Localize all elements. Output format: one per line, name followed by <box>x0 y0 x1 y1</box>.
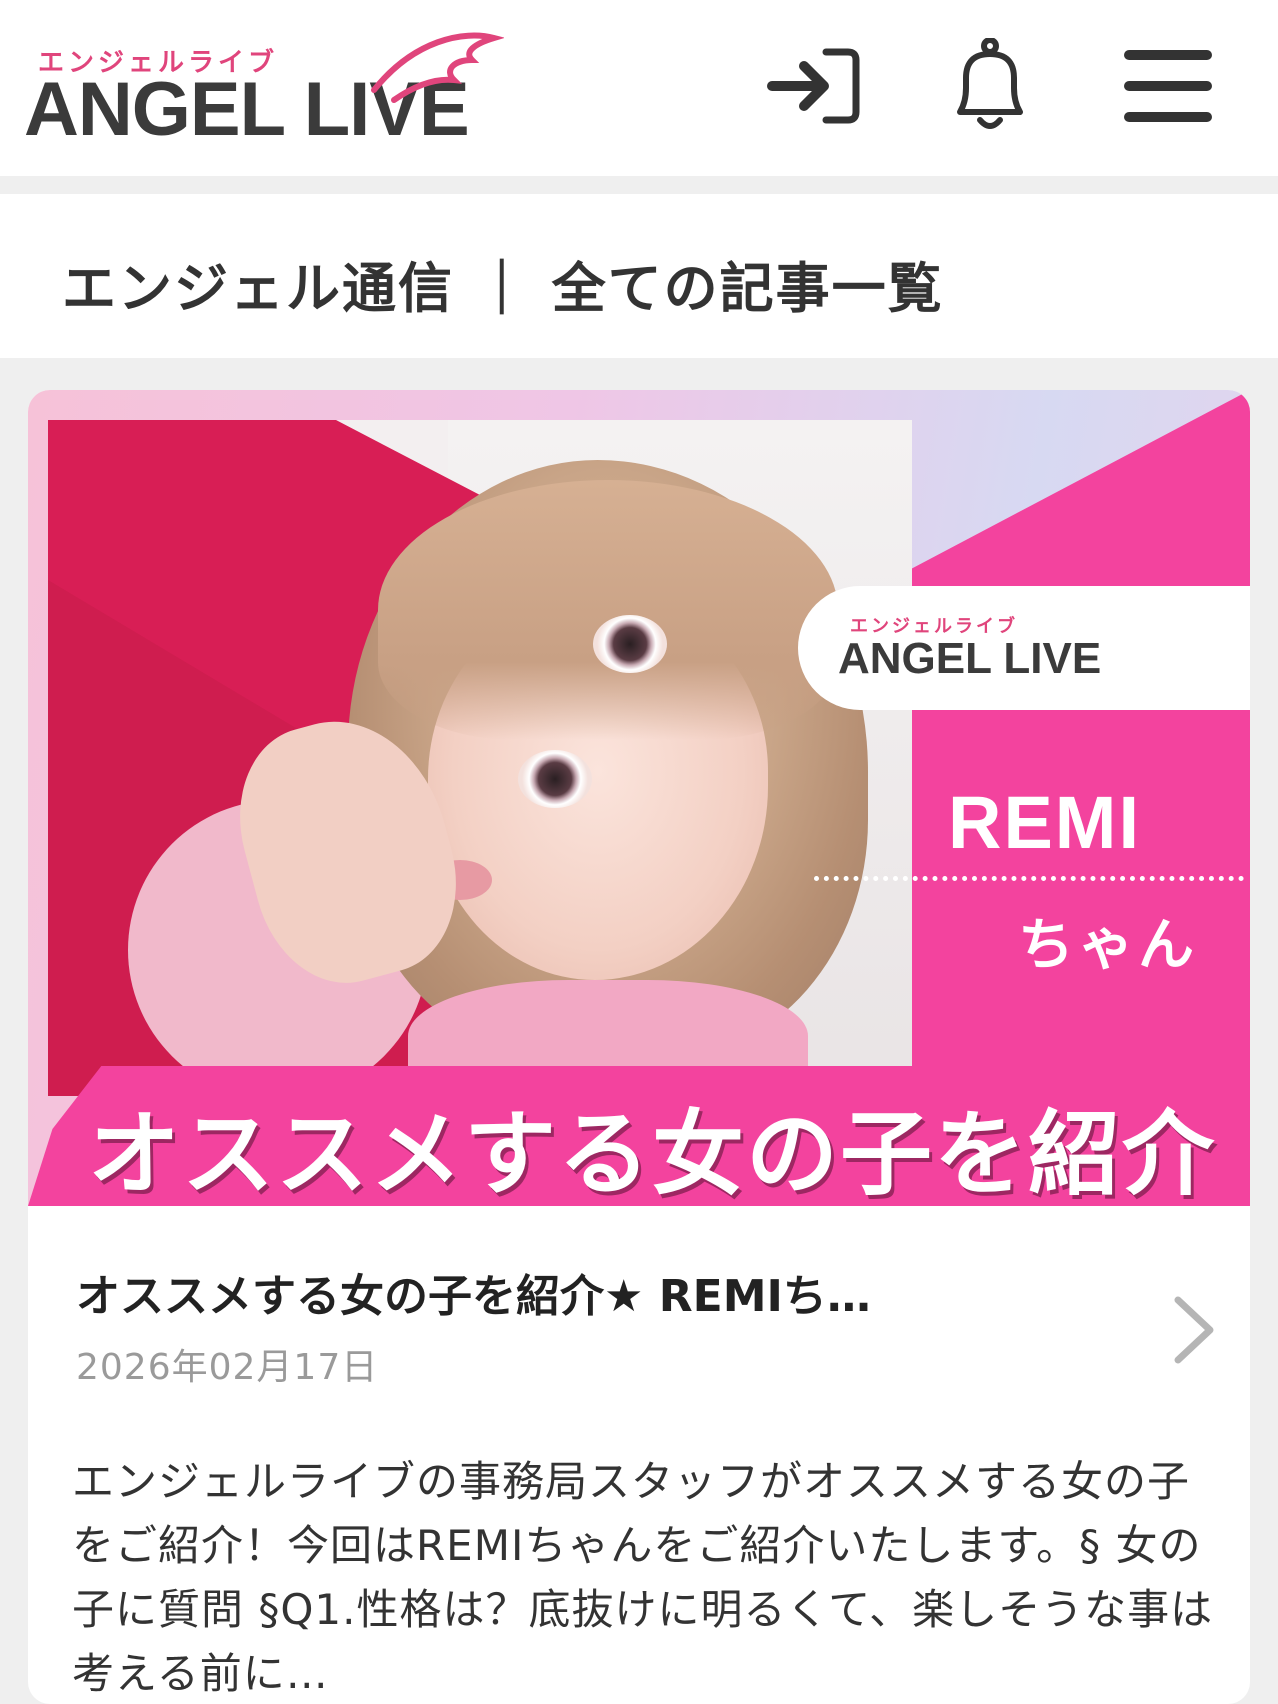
login-icon <box>767 48 860 124</box>
wing-icon <box>371 32 504 103</box>
banner-logo: エンジェルライブ ANGEL LIVE <box>798 586 1250 710</box>
angel-live-logo[interactable]: エンジェルライブ ANGEL LIVE <box>24 30 504 160</box>
banner-divider <box>814 876 1244 881</box>
banner-logo-text: ANGEL LIVE <box>838 634 1102 683</box>
login-button[interactable] <box>762 36 866 136</box>
article-title[interactable]: オススメする女の子を紹介★ REMIち… <box>76 1260 1116 1324</box>
article-excerpt: エンジェルライブの事務局スタッフがオススメする女の子をご紹介！今回はREMIちゃ… <box>72 1457 1214 1698</box>
bell-icon <box>957 38 1023 129</box>
app-header: エンジェルライブ ANGEL LIVE <box>0 0 1278 176</box>
banner-girl-name: REMI <box>948 781 1141 864</box>
menu-button[interactable] <box>1116 36 1220 136</box>
article-banner-image[interactable]: エンジェルライブ ANGEL LIVE REMI ちゃん オススメする女の子を紹… <box>28 390 1250 1208</box>
article-date: 2026年02月17日 <box>76 1347 379 1388</box>
article-card[interactable]: エンジェルライブ ANGEL LIVE REMI ちゃん オススメする女の子を紹… <box>28 390 1250 1704</box>
section-header: エンジェル通信 ｜ 全ての記事一覧 <box>0 194 1278 358</box>
notification-button[interactable] <box>938 36 1042 136</box>
page-title: エンジェル通信 ｜ 全ての記事一覧 <box>62 257 944 320</box>
chevron-right-icon[interactable] <box>1166 1290 1226 1370</box>
banner-photo <box>48 420 912 1096</box>
banner-headline: オススメする女の子を紹介 <box>88 1101 1217 1208</box>
banner-honorific: ちゃん <box>1018 913 1198 978</box>
menu-icon <box>1124 50 1212 122</box>
